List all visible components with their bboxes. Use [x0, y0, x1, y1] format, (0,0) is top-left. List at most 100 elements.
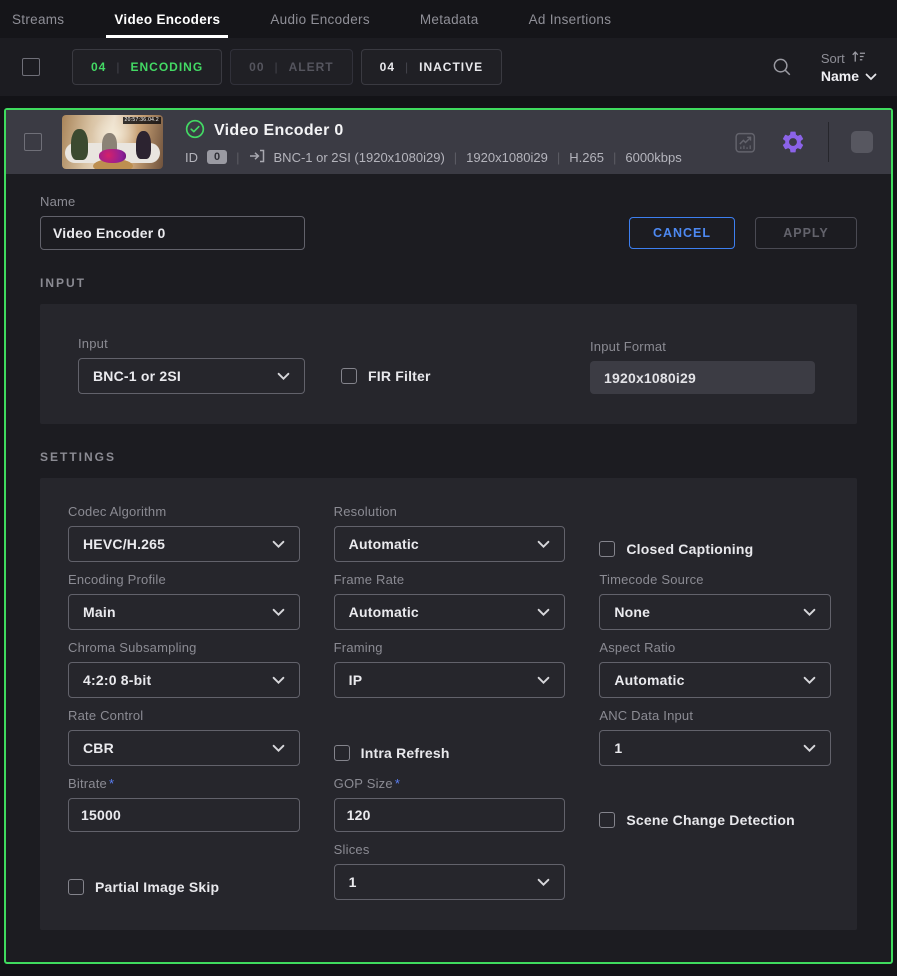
bitrate-value: 6000kbps	[625, 150, 681, 165]
tab-metadata[interactable]: Metadata	[416, 0, 483, 38]
tab-ad-insertions[interactable]: Ad Insertions	[525, 0, 616, 38]
field-label: Slices	[334, 842, 566, 857]
filter-count: 00	[249, 60, 264, 74]
field-scene-change-detection: Scene Change Detection	[599, 808, 831, 832]
encoder-card-header: 20:57:36.04.2 Video Encoder 0 ID 0 | BNC…	[6, 110, 891, 174]
field-label: Encoding Profile	[68, 572, 300, 587]
chevron-down-icon	[277, 372, 290, 381]
filter-divider: |	[275, 60, 279, 74]
resolution-select[interactable]: Automatic	[334, 526, 566, 562]
checkbox-label: Intra Refresh	[361, 745, 450, 761]
gop-size-input[interactable]	[334, 798, 566, 832]
select-value: BNC-1 or 2SI	[93, 368, 181, 384]
settings-panel: Codec Algorithm HEVC/H.265 Resolution Au…	[40, 478, 857, 930]
stats-chart-icon[interactable]	[733, 130, 758, 155]
rate-control-select[interactable]: CBR	[68, 730, 300, 766]
closed-captioning-checkbox[interactable]	[599, 541, 615, 557]
status-filters: 04 | ENCODING 00 | ALERT 04 | INACTIVE	[72, 49, 502, 85]
chroma-subsampling-select[interactable]: 4:2:0 8-bit	[68, 662, 300, 698]
tab-audio-encoders[interactable]: Audio Encoders	[266, 0, 374, 38]
name-input[interactable]	[40, 216, 305, 250]
settings-gear-icon[interactable]	[780, 129, 806, 155]
encoder-select-checkbox[interactable]	[24, 133, 42, 151]
filter-divider: |	[405, 60, 409, 74]
field-input-format: Input Format 1920x1080i29	[590, 339, 815, 394]
meta-divider: |	[236, 150, 239, 165]
frame-rate-select[interactable]: Automatic	[334, 594, 566, 630]
framing-select[interactable]: IP	[334, 662, 566, 698]
input-panel: Input BNC-1 or 2SI FIR Filter Input Form…	[40, 304, 857, 424]
encoder-actions	[733, 122, 873, 162]
field-label: ANC Data Input	[599, 708, 831, 723]
chevron-down-icon	[803, 608, 816, 617]
field-aspect-ratio: Aspect Ratio Automatic	[599, 640, 831, 698]
checkbox-label: Closed Captioning	[626, 541, 753, 557]
status-check-icon	[185, 119, 205, 144]
filter-count: 04	[380, 60, 395, 74]
select-value: None	[614, 604, 650, 620]
slices-select[interactable]: 1	[334, 864, 566, 900]
chevron-down-icon	[537, 540, 550, 549]
name-label: Name	[40, 194, 857, 209]
name-row: CANCEL APPLY	[40, 216, 857, 250]
toolbar: 04 | ENCODING 00 | ALERT 04 | INACTIVE S…	[0, 38, 897, 96]
anc-data-input-select[interactable]: 1	[599, 730, 831, 766]
field-timecode-source: Timecode Source None	[599, 572, 831, 630]
field-bitrate: Bitrate*	[68, 776, 300, 832]
filter-divider: |	[116, 60, 120, 74]
encoding-profile-select[interactable]: Main	[68, 594, 300, 630]
input-label: Input	[78, 336, 305, 351]
tab-video-encoders[interactable]: Video Encoders	[110, 0, 224, 38]
cancel-button[interactable]: CANCEL	[629, 217, 735, 249]
filter-count: 04	[91, 60, 106, 74]
select-value: Main	[83, 604, 116, 620]
select-all-checkbox[interactable]	[22, 58, 40, 76]
aspect-ratio-select[interactable]: Automatic	[599, 662, 831, 698]
search-icon[interactable]	[771, 56, 793, 78]
tab-streams[interactable]: Streams	[8, 0, 68, 38]
field-frame-rate: Frame Rate Automatic	[334, 572, 566, 630]
chevron-down-icon	[272, 540, 285, 549]
filter-alert[interactable]: 00 | ALERT	[230, 49, 352, 85]
field-anc-data-input: ANC Data Input 1	[599, 708, 831, 766]
encoder-thumbnail[interactable]: 20:57:36.04.2	[62, 115, 163, 169]
select-value: 1	[614, 740, 622, 756]
input-select[interactable]: BNC-1 or 2SI	[78, 358, 305, 394]
encoder-meta: ID 0 | BNC-1 or 2SI (1920x1080i29) | 192…	[185, 149, 682, 166]
field-fir-filter: FIR Filter	[341, 368, 431, 394]
thumbnail-flowers	[99, 149, 126, 163]
chevron-down-icon	[803, 744, 816, 753]
sort-value: Name	[821, 68, 859, 84]
select-value: Automatic	[614, 672, 684, 688]
input-format-value: 1920x1080i29	[590, 361, 815, 394]
sort-order-icon	[851, 50, 866, 66]
thumbnail-person-right	[136, 131, 151, 159]
field-gop-size: GOP Size*	[334, 776, 566, 832]
partial-image-skip-checkbox[interactable]	[68, 879, 84, 895]
meta-divider: |	[613, 150, 616, 165]
field-framing: Framing IP	[334, 640, 566, 698]
codec-algorithm-select[interactable]: HEVC/H.265	[68, 526, 300, 562]
settings-section-title: SETTINGS	[40, 450, 857, 464]
field-label: GOP Size*	[334, 776, 566, 791]
checkbox-label: Partial Image Skip	[95, 879, 219, 895]
input-section-title: INPUT	[40, 276, 857, 290]
filter-encoding[interactable]: 04 | ENCODING	[72, 49, 222, 85]
bitrate-input[interactable]	[68, 798, 300, 832]
chevron-down-icon	[865, 68, 877, 84]
sort-control[interactable]: Sort Name	[821, 50, 883, 84]
stop-button[interactable]	[851, 131, 873, 153]
field-label: Resolution	[334, 504, 566, 519]
field-input: Input BNC-1 or 2SI	[78, 336, 305, 394]
scene-change-detection-checkbox[interactable]	[599, 812, 615, 828]
apply-button[interactable]: APPLY	[755, 217, 857, 249]
format-value: 1920x1080i29	[466, 150, 548, 165]
codec-value: H.265	[569, 150, 604, 165]
fir-filter-checkbox[interactable]	[341, 368, 357, 384]
input-format-label: Input Format	[590, 339, 815, 354]
timecode-source-select[interactable]: None	[599, 594, 831, 630]
intra-refresh-checkbox[interactable]	[334, 745, 350, 761]
field-label: Codec Algorithm	[68, 504, 300, 519]
chevron-down-icon	[803, 676, 816, 685]
filter-inactive[interactable]: 04 | INACTIVE	[361, 49, 503, 85]
